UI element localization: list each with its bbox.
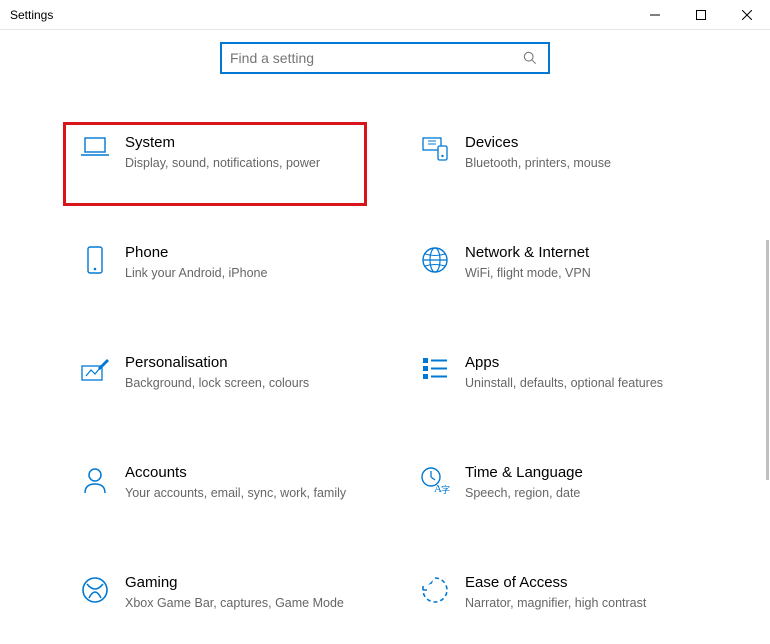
devices-icon [413,134,457,162]
tile-devices[interactable]: Devices Bluetooth, printers, mouse [405,124,705,204]
tile-title: Devices [465,134,697,151]
tile-title: Ease of Access [465,574,697,591]
tile-title: Time & Language [465,464,697,481]
tile-title: Network & Internet [465,244,697,261]
tile-desc: Display, sound, notifications, power [125,155,357,172]
tile-desc: Uninstall, defaults, optional features [465,375,697,392]
tile-accounts[interactable]: Accounts Your accounts, email, sync, wor… [65,454,365,534]
close-button[interactable] [724,0,770,29]
tile-desc: Narrator, magnifier, high contrast [465,595,697,612]
tile-personalisation[interactable]: Personalisation Background, lock screen,… [65,344,365,424]
tile-desc: Speech, region, date [465,485,697,502]
scrollbar[interactable] [766,240,769,480]
tile-phone[interactable]: Phone Link your Android, iPhone [65,234,365,314]
tile-desc: Link your Android, iPhone [125,265,357,282]
window-title: Settings [10,8,53,22]
tile-title: Accounts [125,464,357,481]
tile-system[interactable]: System Display, sound, notifications, po… [65,124,365,204]
titlebar: Settings [0,0,770,30]
tile-desc: Your accounts, email, sync, work, family [125,485,357,502]
tile-network[interactable]: Network & Internet WiFi, flight mode, VP… [405,234,705,314]
tile-ease-of-access[interactable]: Ease of Access Narrator, magnifier, high… [405,564,705,644]
window-controls [632,0,770,29]
search-input[interactable] [230,50,520,66]
tile-gaming[interactable]: Gaming Xbox Game Bar, captures, Game Mod… [65,564,365,644]
settings-grid: System Display, sound, notifications, po… [25,124,745,644]
ease-of-access-icon [413,574,457,604]
tile-title: System [125,134,357,151]
phone-icon [73,244,117,276]
tile-title: Phone [125,244,357,261]
tile-desc: WiFi, flight mode, VPN [465,265,697,282]
xbox-icon [73,574,117,604]
maximize-button[interactable] [678,0,724,29]
minimize-button[interactable] [632,0,678,29]
time-language-icon: A字 [413,464,457,494]
svg-text:字: 字 [441,484,450,494]
person-icon [73,464,117,494]
tile-apps[interactable]: Apps Uninstall, defaults, optional featu… [405,344,705,424]
tile-title: Personalisation [125,354,357,371]
laptop-icon [73,134,117,158]
globe-icon [413,244,457,274]
search-box[interactable] [220,42,550,74]
tile-title: Apps [465,354,697,371]
tile-desc: Bluetooth, printers, mouse [465,155,697,172]
content-area: System Display, sound, notifications, po… [0,30,770,644]
apps-list-icon [413,354,457,380]
search-icon [520,51,540,65]
tile-title: Gaming [125,574,357,591]
tile-desc: Background, lock screen, colours [125,375,357,392]
tile-desc: Xbox Game Bar, captures, Game Mode [125,595,357,612]
paint-icon [73,354,117,382]
tile-time-language[interactable]: A字 Time & Language Speech, region, date [405,454,705,534]
